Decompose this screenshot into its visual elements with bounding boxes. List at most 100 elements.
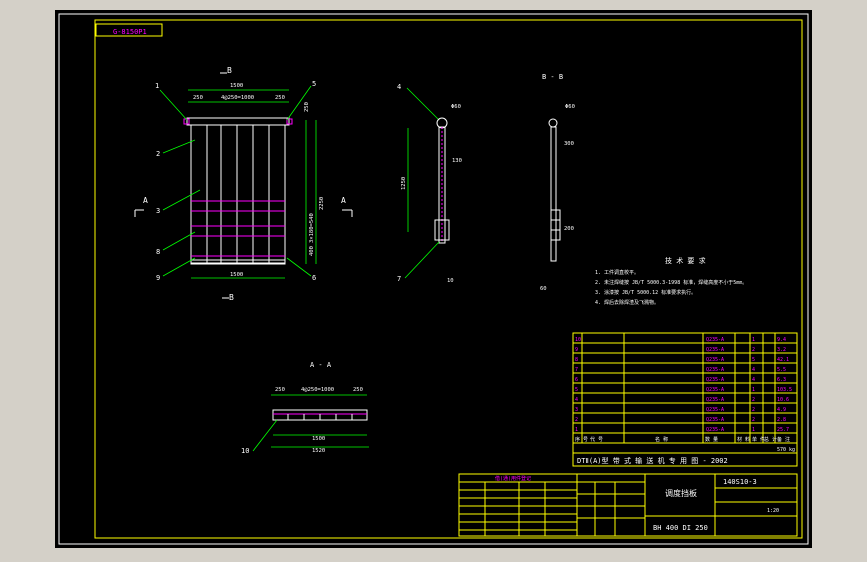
bom-row-no: 2 <box>575 417 578 423</box>
bom-row-no: 1 <box>575 427 578 433</box>
bom-weight: 570 kg <box>777 447 795 453</box>
side-dim-phi: Φ60 <box>451 104 461 110</box>
note-4: 4. 焊后去除焊渣及飞溅物。 <box>595 299 659 306</box>
callout-3: 3 <box>156 207 160 215</box>
plan-dim-mid: 4@250=1000 <box>301 387 334 393</box>
bom-row-no: 9 <box>575 347 578 353</box>
drawing-code: G-8150P1 <box>113 28 147 36</box>
scale: 1:20 <box>767 508 779 514</box>
callout-10: 10 <box>241 447 249 455</box>
bom-header-name: 名 称 <box>655 436 668 443</box>
bom-row-qty: 4 <box>752 367 755 373</box>
callout-6: 6 <box>312 274 316 282</box>
cad-drawing-viewport[interactable]: G-8150P1 B B 250 4@250=1000 250 1500 150… <box>55 10 812 548</box>
bom-header-code: 代 号 <box>590 436 603 443</box>
drawing-number: 140S10-3 <box>723 478 757 486</box>
section-bb-view: B - B Φ60 300 200 60 <box>540 73 575 292</box>
bom-row-no: 4 <box>575 397 578 403</box>
bom-row-material: Q235-A <box>706 417 724 423</box>
bom-header-material: 材 料 <box>737 436 750 443</box>
section-a-right: A <box>341 196 346 205</box>
bb-dim-200: 200 <box>564 226 574 232</box>
bom-row-material: Q235-A <box>706 347 724 353</box>
bom-row-material: Q235-A <box>706 427 724 433</box>
bom-row-weight: 4.9 <box>777 407 786 413</box>
callout-5: 5 <box>312 80 316 88</box>
bom-row-no: 6 <box>575 377 578 383</box>
callout-4: 4 <box>397 83 401 91</box>
bom-row-weight: 10.6 <box>777 397 789 403</box>
front-view-title: B <box>227 66 232 75</box>
bom-row-weight: 42.1 <box>777 357 789 363</box>
callout-9: 9 <box>156 274 160 282</box>
front-view-bottom-marker: B <box>229 293 234 302</box>
bom-row-qty: 1 <box>752 387 755 393</box>
notes-title: 技 术 要 求 <box>665 256 706 265</box>
bb-view-title: B - B <box>542 73 563 81</box>
bom-row-no: 3 <box>575 407 578 413</box>
bom-row-weight: 5.5 <box>777 367 786 373</box>
bb-dim-300: 300 <box>564 141 574 147</box>
note-3: 3. 涂漆按 JB/T 5000.12 标准要求执行。 <box>595 289 696 296</box>
dim-right-total: 2250 <box>319 197 325 210</box>
drawing-canvas: G-8150P1 B B 250 4@250=1000 250 1500 150… <box>58 13 809 545</box>
bom-header-no: 序 号 <box>575 436 588 443</box>
technical-notes: 技 术 要 求 1. 工件调直校平。 2. 未注焊缝按 JB/T 5000.3-… <box>595 256 747 306</box>
bom-rows: 10 Q235-A 1 9.4 9 Q235-A 2 3.2 8 Q235-A … <box>575 337 792 433</box>
plan-dim-total-1: 1500 <box>312 436 325 442</box>
bom-row-weight: 3.2 <box>777 347 786 353</box>
dim-top-right: 250 <box>275 95 285 101</box>
bom-row-no: 8 <box>575 357 578 363</box>
side-dim-130: 130 <box>452 158 462 164</box>
bom-row-qty: 2 <box>752 417 755 423</box>
plan-view: A - A 250 4@250=1000 250 1500 1520 10 <box>241 361 369 455</box>
front-view: B B 250 4@250=1000 250 1500 1500 250 225… <box>134 66 353 302</box>
bom-row-qty: 2 <box>752 347 755 353</box>
dim-top-left: 250 <box>193 95 203 101</box>
bom-row-material: Q235-A <box>706 357 724 363</box>
part-spec: BH 400 DI 250 <box>653 524 708 532</box>
note-2: 2. 未注焊缝按 JB/T 5000.3-1998 标准，焊缝高度不小于5mm。 <box>595 279 747 286</box>
bom-row-no: 5 <box>575 387 578 393</box>
bom-header-qty: 数 量 <box>705 436 718 443</box>
bb-dim-phi: Φ60 <box>565 104 575 110</box>
revision-table: 借(通)用件登记 <box>458 473 646 537</box>
bom-header-remark: 备 注 <box>777 436 790 443</box>
bom-table: 10 Q235-A 1 9.4 9 Q235-A 2 3.2 8 Q235-A … <box>572 332 798 454</box>
dim-right-mid: 3×180=540 <box>309 213 315 243</box>
plan-dim-total-2: 1520 <box>312 448 325 454</box>
bom-row-qty: 2 <box>752 397 755 403</box>
bom-row-qty: 2 <box>752 407 755 413</box>
bom-row-material: Q235-A <box>706 397 724 403</box>
plan-view-title: A - A <box>310 361 332 369</box>
bom-row-material: Q235-A <box>706 377 724 383</box>
bom-row-weight: 2.8 <box>777 417 786 423</box>
plan-dim-left: 250 <box>275 387 285 393</box>
revision-title: 借(通)用件登记 <box>495 475 531 482</box>
part-name: 调度挡板 <box>665 488 697 498</box>
side-dim-height: 1250 <box>401 177 407 190</box>
dim-bottom-width: 1500 <box>230 272 243 278</box>
dim-right-low: 400 <box>309 246 315 256</box>
side-dim-10: 10 <box>447 278 454 284</box>
bom-row-weight: 9.4 <box>777 337 786 343</box>
bom-row-qty: 1 <box>752 337 755 343</box>
dim-right-top: 250 <box>304 102 310 112</box>
side-view: 4 Φ60 1250 130 10 7 <box>397 83 462 284</box>
bom-row-qty: 5 <box>752 357 755 363</box>
bom-row-weight: 25.7 <box>777 427 789 433</box>
bom-row-weight: 103.5 <box>777 387 792 393</box>
bom-row-qty: 4 <box>752 377 755 383</box>
bom-row-weight: 6.3 <box>777 377 786 383</box>
callout-2: 2 <box>156 150 160 158</box>
callout-1: 1 <box>155 82 159 90</box>
section-a-left: A <box>143 196 148 205</box>
dim-top-mid: 4@250=1000 <box>221 95 254 101</box>
bom-row-material: Q235-A <box>706 367 724 373</box>
bom-header-total: 总 计 <box>764 436 777 443</box>
bom-row-material: Q235-A <box>706 407 724 413</box>
bom-row-material: Q235-A <box>706 387 724 393</box>
callout-7: 7 <box>397 275 401 283</box>
callout-8: 8 <box>156 248 160 256</box>
bom-row-no: 10 <box>575 337 581 343</box>
